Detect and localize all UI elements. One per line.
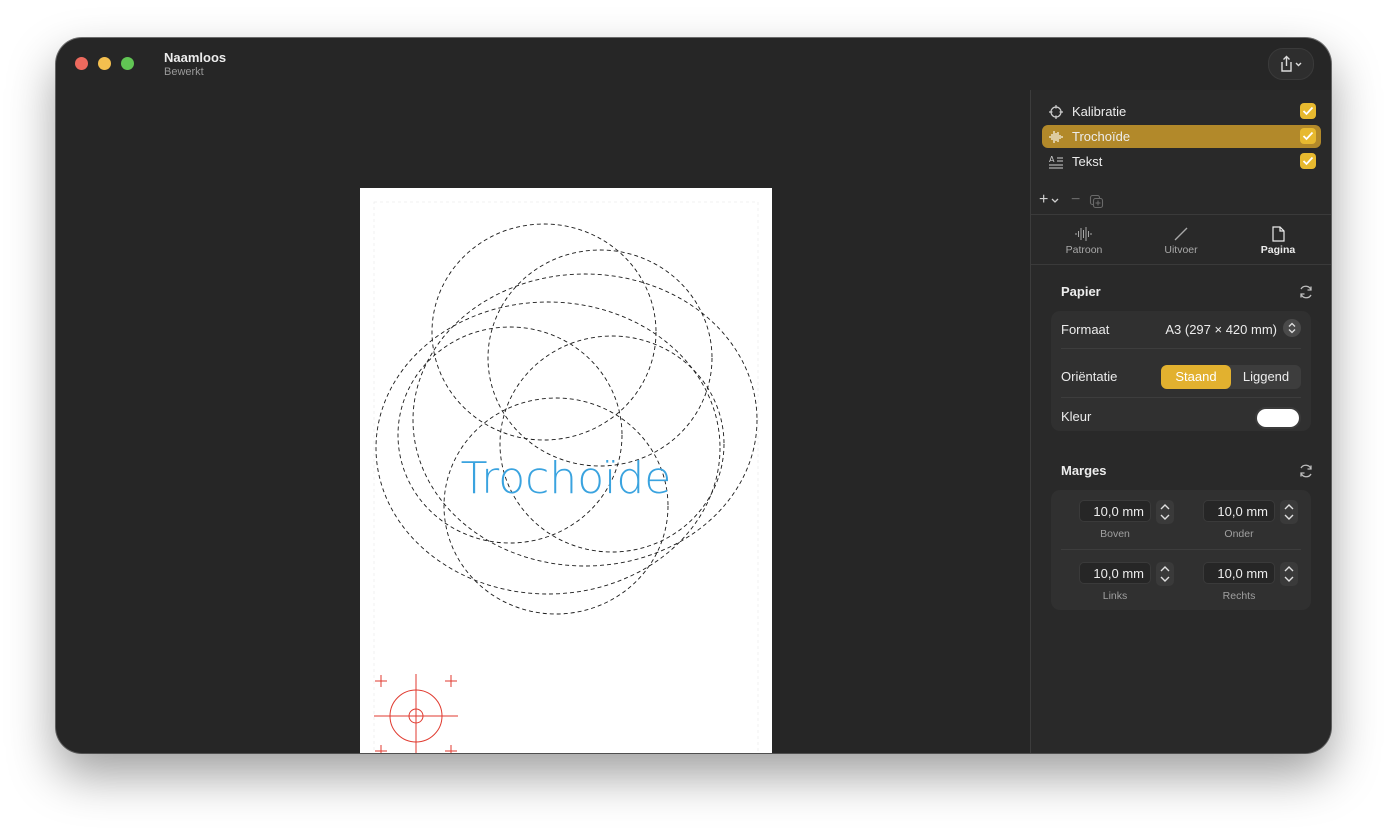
paper-color-well[interactable] — [1257, 409, 1299, 427]
color-label: Kleur — [1061, 409, 1092, 424]
orientation-liggend[interactable]: Liggend — [1231, 365, 1301, 389]
add-layer-button[interactable]: + — [1039, 191, 1059, 209]
paper-drawing: Trochoïde — [373, 201, 759, 753]
layer-name: Kalibratie — [1072, 104, 1127, 119]
zoom-window-button[interactable] — [121, 57, 134, 70]
crosshair-icon — [1049, 105, 1063, 119]
document-title: Naamloos — [164, 50, 227, 65]
papier-group: Formaat A3 (297 × 420 mm) Oriëntatie Sta… — [1051, 311, 1311, 431]
canvas-area[interactable]: Trochoïde — [56, 90, 1030, 753]
margin-top-label: Boven — [1100, 528, 1130, 540]
trochoid-loop — [499, 335, 725, 553]
stepper-icon — [1284, 566, 1294, 582]
trochoid-loop — [412, 273, 758, 567]
trochoid-loop — [487, 249, 713, 467]
plus-icon: + — [1039, 191, 1049, 208]
checkmark-icon — [1302, 156, 1314, 166]
layer-name: Trochoïde — [1072, 129, 1131, 144]
minimize-window-button[interactable] — [98, 57, 111, 70]
margin-left-field: 10,0 mm Links — [1079, 562, 1199, 612]
waveform-icon — [1049, 131, 1063, 143]
divider — [1031, 264, 1331, 265]
text-format-icon: A — [1049, 155, 1063, 169]
reset-icon[interactable] — [1298, 463, 1314, 479]
format-popup-button[interactable] — [1283, 319, 1301, 337]
layer-visibility-checkbox[interactable] — [1300, 128, 1316, 144]
format-label: Formaat — [1061, 322, 1110, 337]
orientation-label: Oriëntatie — [1061, 369, 1118, 384]
page-icon — [1272, 226, 1285, 242]
margin-top-field: 10,0 mm Boven — [1079, 500, 1199, 550]
layer-visibility-checkbox[interactable] — [1300, 153, 1316, 169]
margin-bottom-stepper[interactable] — [1280, 500, 1298, 524]
pen-line-icon — [1174, 227, 1188, 241]
app-window: Naamloos Bewerkt Trochoïde Kalibratie Tr… — [56, 38, 1331, 753]
reset-icon[interactable] — [1298, 284, 1314, 300]
title-bar: Naamloos Bewerkt — [56, 38, 1331, 90]
layer-row-trochoide[interactable]: Trochoïde — [1042, 125, 1321, 148]
duplicate-layer-button[interactable] — [1089, 194, 1105, 215]
orientation-segmented-control[interactable]: Staand Liggend — [1161, 365, 1301, 389]
tab-patroon[interactable]: Patroon — [1044, 226, 1124, 266]
checkmark-icon — [1302, 106, 1314, 116]
margin-bottom-field: 10,0 mm Onder — [1203, 500, 1323, 550]
inspector-sidebar: Kalibratie Trochoïde A Tekst + − Patroon… — [1030, 90, 1331, 753]
margin-top-input[interactable]: 10,0 mm — [1079, 500, 1151, 522]
margin-bottom-input[interactable]: 10,0 mm — [1203, 500, 1275, 522]
tab-label: Pagina — [1260, 244, 1296, 256]
minus-icon: − — [1071, 191, 1081, 208]
row-separator — [1061, 348, 1301, 349]
checkmark-icon — [1302, 131, 1314, 141]
marges-group: 10,0 mm Boven 10,0 mm Onder 10,0 mm Link… — [1051, 490, 1311, 610]
chevron-down-icon — [1051, 198, 1059, 203]
stepper-icon — [1284, 504, 1294, 520]
layer-toolbar: + − — [1039, 191, 1119, 210]
trochoid-loop — [375, 301, 721, 595]
duplicate-icon — [1089, 194, 1104, 209]
divider — [1031, 214, 1331, 215]
layer-row-tekst[interactable]: A Tekst — [1042, 150, 1321, 173]
tab-label: Uitvoer — [1164, 244, 1198, 256]
trochoid-loop — [443, 397, 669, 615]
margin-left-label: Links — [1102, 590, 1128, 602]
margin-left-input[interactable]: 10,0 mm — [1079, 562, 1151, 584]
paper-preview[interactable]: Trochoïde — [360, 188, 772, 753]
close-window-button[interactable] — [75, 57, 88, 70]
remove-layer-button[interactable]: − — [1071, 191, 1080, 209]
margin-left-stepper[interactable] — [1156, 562, 1174, 586]
calibration-mark — [374, 674, 458, 753]
layer-name: Tekst — [1072, 154, 1103, 169]
tab-label: Patroon — [1065, 244, 1103, 256]
margin-top-stepper[interactable] — [1156, 500, 1174, 524]
margin-right-input[interactable]: 10,0 mm — [1203, 562, 1275, 584]
layer-visibility-checkbox[interactable] — [1300, 103, 1316, 119]
stepper-icon — [1160, 566, 1170, 582]
document-status: Bewerkt — [164, 66, 204, 78]
margin-right-field: 10,0 mm Rechts — [1203, 562, 1323, 612]
section-title-papier: Papier — [1061, 284, 1101, 299]
trochoid-pattern — [375, 223, 758, 615]
svg-text:A: A — [1049, 155, 1055, 164]
format-select[interactable]: A3 (297 × 420 mm) — [1165, 322, 1277, 337]
share-button[interactable] — [1268, 48, 1314, 80]
trochoid-loop — [431, 223, 657, 441]
row-separator — [1061, 397, 1301, 398]
row-separator — [1061, 549, 1301, 550]
chevron-updown-icon — [1288, 322, 1296, 334]
tab-uitvoer[interactable]: Uitvoer — [1141, 226, 1221, 266]
share-icon — [1281, 55, 1302, 72]
tab-pagina[interactable]: Pagina — [1238, 226, 1318, 266]
margin-bottom-label: Onder — [1224, 528, 1254, 540]
orientation-staand[interactable]: Staand — [1161, 365, 1231, 389]
trochoid-loop — [397, 326, 623, 544]
layer-row-kalibratie[interactable]: Kalibratie — [1042, 100, 1321, 123]
margin-right-stepper[interactable] — [1280, 562, 1298, 586]
margin-right-label: Rechts — [1222, 590, 1256, 602]
paper-text: Trochoïde — [461, 453, 672, 504]
waveform-icon — [1075, 227, 1092, 241]
stepper-icon — [1160, 504, 1170, 520]
section-title-marges: Marges — [1061, 463, 1107, 478]
